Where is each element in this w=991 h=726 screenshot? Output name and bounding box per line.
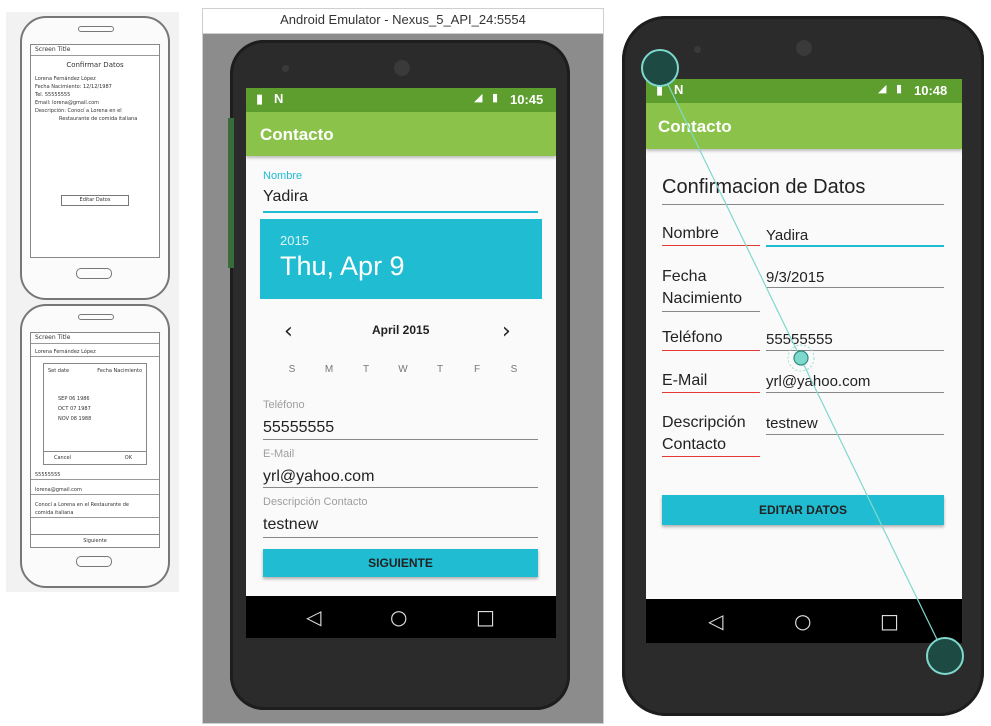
sketch-picker-subtitle: Fecha Nacimiento [97, 368, 142, 374]
status-time: 10:45 [510, 92, 544, 107]
home-icon[interactable]: ○ [390, 605, 407, 629]
sketch-line: Restaurante de comida italiana [59, 116, 138, 122]
desc-input[interactable]: testnew [263, 516, 318, 534]
battery-icon: ▮ [492, 92, 499, 104]
sketch-panel: Screen Title Confirmar Datos Lorena Fern… [6, 12, 179, 592]
sketch-picker-title: Set date [48, 368, 70, 374]
sketch-title: Screen Title [31, 333, 159, 344]
sketch-phone: 55555555 [31, 471, 159, 480]
sketch-picker-rows: SEP 06 1986 OCT 07 1987 NOV 08 1988 [58, 394, 91, 424]
touch-mid-marker [793, 350, 809, 366]
sketch-ok: OK [124, 455, 132, 461]
app-title: Contacto [260, 125, 334, 144]
signal-icon: ◢ [474, 92, 483, 104]
sketch-picker-row: SEP 06 1986 [58, 396, 90, 402]
sketch-home-button [76, 556, 112, 567]
nav-bar: ◁ ○ □ [246, 596, 556, 638]
weekday-label: T [436, 364, 444, 375]
date-picker-calendar: ‹ April 2015 › S M T W T F S [260, 299, 542, 399]
sketch-picker-row: OCT 07 1987 [58, 406, 91, 412]
sketch-picker-row: NOV 08 1988 [58, 416, 92, 422]
touch-start-marker [641, 49, 679, 87]
emulator-screen: ▮ N ◢ ▮ 10:45 Contacto Nombre Yadira 201… [246, 88, 556, 596]
sketch-line: Descripción: Conocí a Lorena en el [35, 108, 122, 114]
sketch-line: Lorena Fernández López [35, 76, 96, 82]
telefono-label: Teléfono [263, 399, 305, 411]
sketch-date-picker: Set date Fecha Nacimiento SEP 06 1986 OC… [43, 363, 147, 465]
sketch-name: Lorena Fernández López [31, 348, 159, 357]
sketch-screen-confirm: Screen Title Confirmar Datos Lorena Fern… [30, 44, 160, 258]
sketch-next-button: Siguiente [31, 534, 159, 547]
sketch-edit-button: Editar Datos [61, 195, 129, 206]
weekday-label: S [288, 364, 296, 375]
app-bar: Contacto [246, 112, 556, 156]
sketch-speaker [78, 26, 114, 32]
sim-icon: ▮ [256, 91, 264, 106]
recents-icon[interactable]: □ [476, 605, 495, 629]
email-underline [263, 487, 538, 488]
sketch-line: Email: lorena@gmail.com [35, 100, 100, 106]
sketch-desc: Conocí a Lorena en el Restaurante de com… [31, 501, 159, 518]
sketch-home-button [76, 268, 112, 279]
status-bar: ▮ N ◢ ▮ 10:45 [246, 88, 556, 112]
sketch-line: Tel. 55555555 [35, 92, 71, 98]
sketch-picker-actions: Cancel OK [44, 451, 146, 464]
siguiente-button[interactable]: SIGUIENTE [263, 549, 538, 577]
emulator-title: Android Emulator - Nexus_5_API_24:5554 [202, 8, 604, 34]
date-picker-year[interactable]: 2015 [280, 233, 309, 248]
touch-end-marker [926, 637, 964, 675]
weekday-label: F [473, 364, 481, 375]
desc-underline [263, 537, 538, 538]
notification-n-icon: N [274, 91, 284, 106]
date-picker-date[interactable]: Thu, Apr 9 [280, 251, 405, 282]
sketch-title: Screen Title [31, 45, 159, 56]
sketch-heading: Confirmar Datos [66, 61, 124, 69]
weekday-label: M [324, 364, 334, 375]
sketch-phone-form: Screen Title Lorena Fernández López Set … [20, 304, 170, 588]
telefono-underline [263, 439, 538, 440]
weekday-label: W [398, 364, 408, 375]
weekday-label: S [510, 364, 518, 375]
sketch-line: Fecha Nacimiento: 12/12/1987 [35, 84, 112, 90]
device-side-accent [228, 118, 234, 268]
email-input[interactable]: yrl@yahoo.com [263, 468, 374, 486]
next-month-icon[interactable]: › [502, 319, 511, 344]
back-icon[interactable]: ◁ [306, 605, 321, 629]
sketch-speaker [78, 314, 114, 320]
nombre-label: Nombre [263, 170, 303, 182]
date-picker-month: April 2015 [372, 323, 430, 337]
front-camera [282, 65, 289, 72]
weekday-row: S M T W T F S [283, 364, 523, 375]
sketch-cancel: Cancel [54, 455, 71, 461]
prev-month-icon[interactable]: ‹ [284, 319, 293, 344]
email-label: E-Mail [263, 448, 295, 460]
nombre-input[interactable]: Yadira [263, 188, 308, 206]
sketch-phone-confirm: Screen Title Confirmar Datos Lorena Fern… [20, 16, 170, 300]
telefono-input[interactable]: 55555555 [263, 419, 334, 437]
sketch-screen-form: Screen Title Lorena Fernández López Set … [30, 332, 160, 548]
weekday-label: T [362, 364, 370, 375]
date-picker-header: 2015 Thu, Apr 9 [260, 219, 542, 299]
touch-overlay [641, 49, 964, 675]
nombre-underline [263, 211, 538, 213]
sketch-email: lorena@gmail.com [31, 486, 159, 495]
earpiece [394, 60, 410, 76]
desc-label: Descripción Contacto [263, 496, 368, 508]
